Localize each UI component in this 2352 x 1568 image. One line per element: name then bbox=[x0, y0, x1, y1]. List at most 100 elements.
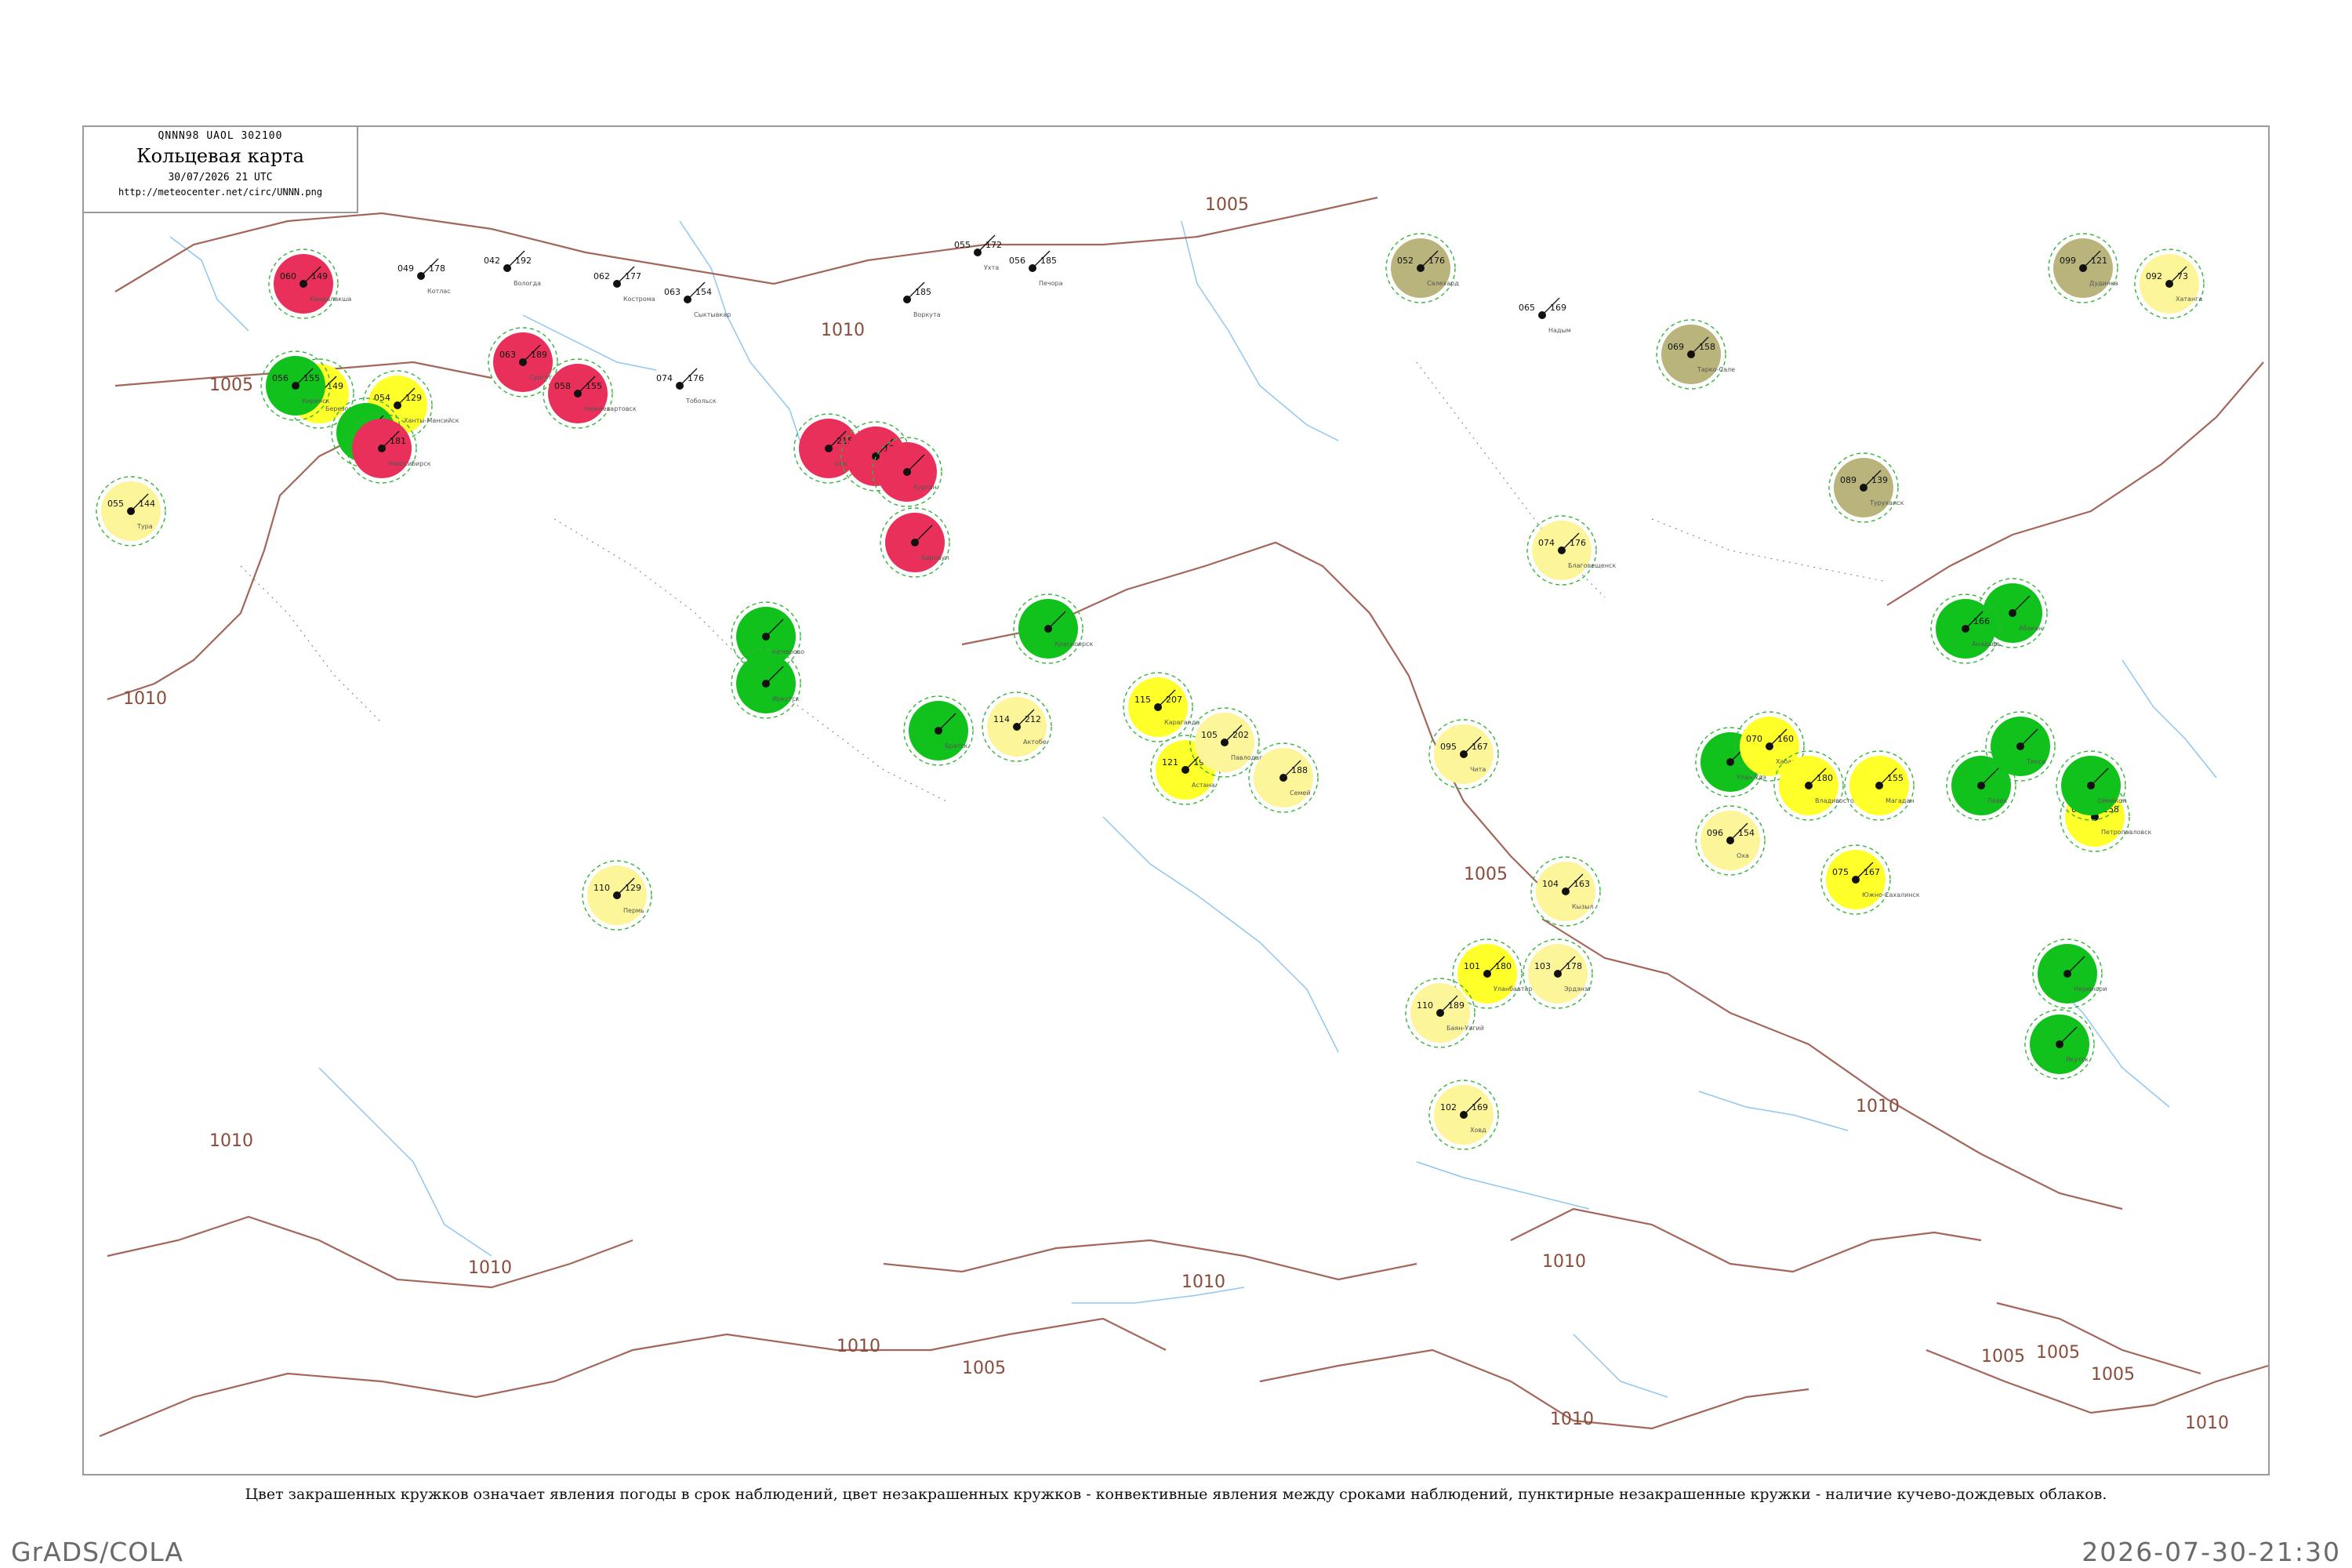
weather-station[interactable]: Братск bbox=[903, 695, 974, 766]
station-pressure: 180 bbox=[1495, 961, 1512, 971]
weather-station[interactable]: 176 074 Благовещенск bbox=[1526, 515, 1616, 586]
map-url[interactable]: http://meteocenter.net/circ/UNNN.png bbox=[84, 187, 357, 198]
map-date: 30/07/2026 21 UTC bbox=[168, 172, 273, 183]
isobar-line bbox=[1541, 918, 2123, 1210]
isobar-line bbox=[1886, 361, 2264, 606]
weather-station[interactable]: 167 095 Чита bbox=[1428, 719, 1499, 789]
station-name: Актобе bbox=[1023, 739, 1047, 746]
legend-caption: Цвет закрашенных кружков означает явлени… bbox=[245, 1486, 2107, 1503]
weather-station[interactable]: 154 096 Оха bbox=[1695, 805, 1766, 876]
station-pressure: 180 bbox=[1817, 773, 1833, 783]
weather-station[interactable]: 149 060 Кандалакша bbox=[268, 249, 351, 319]
river-line bbox=[1573, 1334, 1668, 1398]
station-temperature: 095 bbox=[1440, 742, 1457, 752]
weather-station[interactable]: 185 056 Печора bbox=[1009, 250, 1063, 287]
weather-station[interactable]: 207 115 Караганда bbox=[1123, 672, 1200, 742]
station-name: Абакан bbox=[2019, 625, 2042, 632]
weather-station[interactable]: 188 Семей bbox=[1248, 742, 1319, 813]
river-line bbox=[679, 220, 806, 457]
weather-station[interactable]: 154 063 Сыктывкар bbox=[664, 281, 731, 318]
station-name: Оха bbox=[1737, 852, 1749, 859]
station-name: Кандалакша bbox=[310, 296, 351, 303]
station-name: Красноярск bbox=[1054, 641, 1093, 648]
weather-station[interactable]: Иркутск bbox=[731, 648, 801, 719]
station-name: Баян-Улгий bbox=[1446, 1025, 1484, 1032]
station-pressure: 188 bbox=[1291, 765, 1308, 775]
station-temperature: 075 bbox=[1832, 867, 1849, 877]
station-temperature: 055 bbox=[954, 240, 971, 250]
station-pressure: 202 bbox=[1232, 730, 1249, 740]
station-temperature: 074 bbox=[1538, 538, 1555, 548]
station-pressure: 73 bbox=[2177, 271, 2188, 281]
weather-station[interactable]: 189063Сургут bbox=[488, 327, 558, 397]
station-name: Кемерово bbox=[772, 648, 804, 655]
station-pressure: 155 bbox=[586, 381, 602, 391]
station-temperature: 121 bbox=[1162, 757, 1178, 768]
weather-station[interactable]: Якутск bbox=[2024, 1009, 2095, 1080]
station-name: Сыктывкар bbox=[694, 311, 731, 318]
weather-station[interactable]: 192 042 Вологда bbox=[484, 250, 541, 287]
station-temperature: 042 bbox=[484, 256, 500, 266]
isobar-label: 1005 bbox=[962, 1359, 1006, 1378]
weather-station[interactable]: 144 055 Тура bbox=[96, 476, 166, 546]
weather-station[interactable]: 167 075 Южно-Сахалинск bbox=[1820, 844, 1920, 915]
isobar-line bbox=[107, 1215, 633, 1289]
station-pressure: 169 bbox=[1472, 1102, 1488, 1112]
weather-station[interactable]: 178 049 Котлас bbox=[397, 258, 451, 295]
station-pressure: 189 bbox=[531, 350, 547, 360]
weather-station[interactable]: 155 058 Нижневартовск bbox=[543, 358, 637, 429]
weather-station[interactable]: 178 103 Эрдэнэт bbox=[1523, 938, 1593, 1009]
weather-station[interactable]: 155 Магадан bbox=[1844, 750, 1915, 821]
weather-station[interactable]: Тикси bbox=[1985, 711, 2056, 782]
weather-station[interactable]: 176 074 Тобольск bbox=[656, 368, 717, 405]
weather-station[interactable]: 177 062 Кострома bbox=[593, 266, 655, 303]
station-pressure: 167 bbox=[1472, 742, 1488, 752]
station-pressure: 176 bbox=[1428, 256, 1445, 266]
weather-station[interactable]: Красноярск bbox=[1013, 593, 1093, 664]
weather-station[interactable]: 163 104 Кызыл bbox=[1530, 856, 1601, 927]
map-title-box: QNNN98 UAOL 302100 Кольцевая карта 30/07… bbox=[84, 127, 358, 213]
weather-station[interactable]: 121 099 Дудинка bbox=[2048, 233, 2118, 303]
weather-station[interactable]: 129 110 Пермь bbox=[582, 860, 652, 931]
weather-station[interactable]: 158 069 Тарко-Сале bbox=[1656, 319, 1735, 390]
station-temperature: 063 bbox=[499, 350, 516, 360]
isobar-label: 1010 bbox=[821, 321, 865, 340]
station-name: Туруханск bbox=[1869, 499, 1904, 506]
station-name: Петропавловск bbox=[2101, 829, 2152, 836]
isobar-label: 1010 bbox=[209, 1131, 253, 1151]
weather-station[interactable]: 172 055 Ухта bbox=[954, 234, 1002, 271]
station-name: Кострома bbox=[623, 296, 655, 303]
station-pressure: 172 bbox=[985, 240, 1002, 250]
isobar-label: 1005 bbox=[1981, 1347, 2025, 1367]
station-pressure: 158 bbox=[1699, 342, 1715, 352]
station-name: Тарко-Сале bbox=[1697, 366, 1735, 373]
station-temperature: 060 bbox=[280, 271, 296, 281]
station-pressure: 177 bbox=[625, 271, 641, 281]
weather-station[interactable]: 185 Воркута bbox=[903, 281, 941, 318]
isobar-label: 1010 bbox=[1856, 1097, 1900, 1116]
weather-station[interactable]: 169 065 Надым bbox=[1519, 297, 1571, 334]
station-name: Южно-Сахалинск bbox=[1862, 891, 1920, 898]
river-line bbox=[1181, 220, 1339, 441]
station-pressure: 185 bbox=[1040, 256, 1057, 266]
weather-station[interactable]: 176 052 Салехард bbox=[1385, 233, 1459, 303]
station-temperature: 114 bbox=[993, 714, 1010, 724]
station-pressure: 154 bbox=[695, 287, 712, 297]
station-pressure: 192 bbox=[515, 256, 532, 266]
weather-station[interactable]: 212 114 Актобе bbox=[982, 691, 1052, 762]
weather-station[interactable]: Курган bbox=[872, 437, 942, 507]
station-name: Новосибирск bbox=[388, 460, 431, 467]
station-temperature: 056 bbox=[1009, 256, 1025, 266]
weather-station[interactable]: 73 092 Хатанга bbox=[2134, 249, 2205, 319]
station-pressure: 189 bbox=[1448, 1000, 1465, 1011]
station-pressure: 155 bbox=[1887, 773, 1904, 783]
isobar-label: 1010 bbox=[1550, 1410, 1594, 1429]
station-temperature: 104 bbox=[1542, 879, 1559, 889]
station-name: Салехард bbox=[1427, 280, 1459, 287]
weather-station[interactable]: Барнаул bbox=[880, 507, 950, 578]
weather-station[interactable]: Нерюнгри bbox=[2032, 938, 2107, 1009]
weather-station[interactable]: 139 089 Туруханск bbox=[1828, 452, 1904, 523]
weather-station[interactable]: 169 102 Ховд bbox=[1428, 1080, 1499, 1150]
station-temperature: 052 bbox=[1397, 256, 1414, 266]
station-name: Тура bbox=[136, 523, 153, 530]
